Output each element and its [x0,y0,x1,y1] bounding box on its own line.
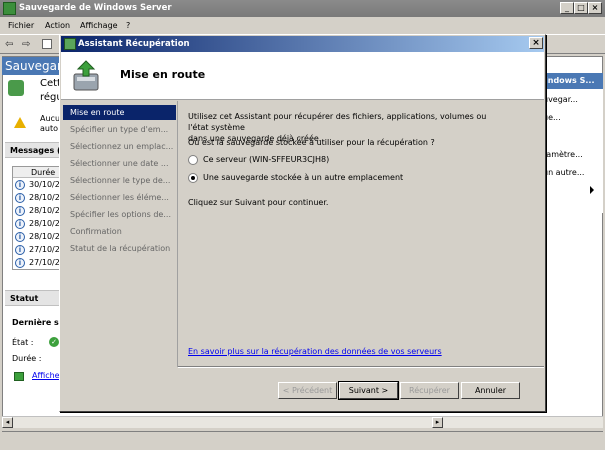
scroll-left-icon[interactable]: ◂ [2,417,13,428]
messages-table[interactable]: Durée i 30/10/2 i 28/10/2 i 28/10/2 i 28/10/… [12,166,62,270]
back-arrow-icon[interactable]: ⇦ [5,39,17,50]
warn-line-1: Aucu [40,114,61,123]
step-select-date[interactable]: Sélectionner une date ... [63,156,176,171]
step-getting-started[interactable]: Mise en route [63,105,176,120]
warning-notice: Aucu auto [8,112,63,136]
learn-more-link[interactable]: En savoir plus sur la récupération des d… [188,347,442,356]
actions-panel [543,73,603,213]
table-row[interactable]: i 27/10/2 [15,257,60,269]
expand-arrow-icon[interactable] [590,186,594,194]
table-row[interactable]: i 28/10/2 [15,231,60,243]
status-section-title[interactable]: Statut [5,290,62,306]
view-details-icon [14,372,24,381]
table-row[interactable]: i 30/10/2 [15,179,60,191]
info-icon: i [15,244,25,255]
dialog-title-bar[interactable]: Assistant Récupération [61,36,544,52]
info-icon: i [15,231,25,242]
minimize-button[interactable]: _ [560,2,574,14]
actions-panel-header[interactable]: indows S... [543,73,603,89]
duration-column-header[interactable]: Durée [13,167,61,178]
step-confirmation[interactable]: Confirmation [63,224,176,239]
warn-line-2: auto [40,124,59,133]
option-other-location-label: Une sauvegarde stockée à un autre emplac… [203,173,404,182]
backup-header: Sauvegard [2,57,69,75]
menu-help[interactable]: ? [126,17,130,34]
wizard-header: Mise en route [61,52,544,100]
info-icon: i [15,218,25,229]
table-row[interactable]: i 28/10/2 [15,218,60,230]
info-icon: i [15,205,25,216]
maximize-button[interactable]: □ [574,2,588,14]
table-row[interactable]: i 28/10/2 [15,205,60,217]
step-recovery-status[interactable]: Statut de la récupération [63,241,176,256]
steps-divider [177,101,178,367]
option-this-server[interactable]: Ce serveur (WIN-SFFEUR3CJH8) [188,155,488,167]
menu-action[interactable]: Action [45,17,70,34]
menu-affichage[interactable]: Affichage [80,17,118,34]
backup-icon [8,80,24,96]
action-item[interactable]: un autre... [543,168,584,177]
step-select-location[interactable]: Sélectionnez un emplac... [63,139,176,154]
console-tree-icon[interactable] [42,39,52,49]
last-backup-title: Dernière s [12,318,59,327]
info-icon: i [15,192,25,203]
step-specify-options[interactable]: Spécifier les options de... [63,207,176,222]
status-bar [2,431,603,448]
step-select-items[interactable]: Sélectionner les éléme... [63,190,176,205]
step-specify-type[interactable]: Spécifier un type d'em... [63,122,176,137]
desc-line-1: Cett [40,78,61,89]
option-other-location[interactable]: Une sauvegarde stockée à un autre emplac… [188,173,488,185]
messages-section-title[interactable]: Messages ( [5,142,62,158]
duration-label: Durée : [12,354,42,363]
success-check-icon: ✓ [49,337,59,347]
table-row[interactable]: i 27/10/2 [15,244,60,256]
menu-bar: Fichier Action Affichage ? [0,17,605,34]
dialog-close-button[interactable]: × [529,37,543,49]
forward-arrow-icon[interactable]: ⇨ [22,39,34,50]
backup-description: Cett régu [8,76,63,108]
option-this-server-label: Ce serveur (WIN-SFFEUR3CJH8) [203,155,330,164]
dialog-title: Assistant Récupération [78,39,190,49]
wizard-heading: Mise en route [120,68,206,81]
cancel-button[interactable]: Annuler [461,382,520,399]
windows-server-backup-icon [3,2,16,15]
previous-button[interactable]: < Précédent [278,382,337,399]
recovery-icon [73,60,99,91]
continue-instruction: Cliquez sur Suivant pour continuer. [188,198,329,207]
scroll-right-icon[interactable]: ▸ [432,417,443,428]
action-item[interactable]: uvegar... [543,95,578,104]
button-separator [178,366,544,368]
wizard-steps: Mise en route Spécifier un type d'em... … [63,105,176,393]
main-window-title: Sauvegarde de Windows Server [19,3,172,13]
menu-fichier[interactable]: Fichier [8,17,34,34]
close-button[interactable]: × [588,2,602,14]
recovery-wizard-dialog: Assistant Récupération × Mise en route M… [59,34,546,412]
horizontal-scrollbar[interactable]: ◂ ▸ [2,416,603,428]
radio-other-location[interactable] [188,173,198,183]
radio-this-server[interactable] [188,155,198,165]
step-select-recovery-type[interactable]: Sélectionner le type de... [63,173,176,188]
warning-icon [14,117,26,128]
location-question: Où est la sauvegarde stockée à utiliser … [188,138,435,147]
intro-line-1: Utilisez cet Assistant pour récupérer de… [188,112,487,132]
table-row[interactable]: i 28/10/2 [15,192,60,204]
action-item[interactable]: ramètre... [543,150,583,159]
wizard-icon [64,38,76,50]
recover-button[interactable]: Récupérer [400,382,459,399]
main-title-bar[interactable]: Sauvegarde de Windows Server [0,0,605,17]
info-icon: i [15,179,25,190]
next-button[interactable]: Suivant > [338,381,399,400]
state-label: État : [12,338,34,347]
info-icon: i [15,257,25,268]
